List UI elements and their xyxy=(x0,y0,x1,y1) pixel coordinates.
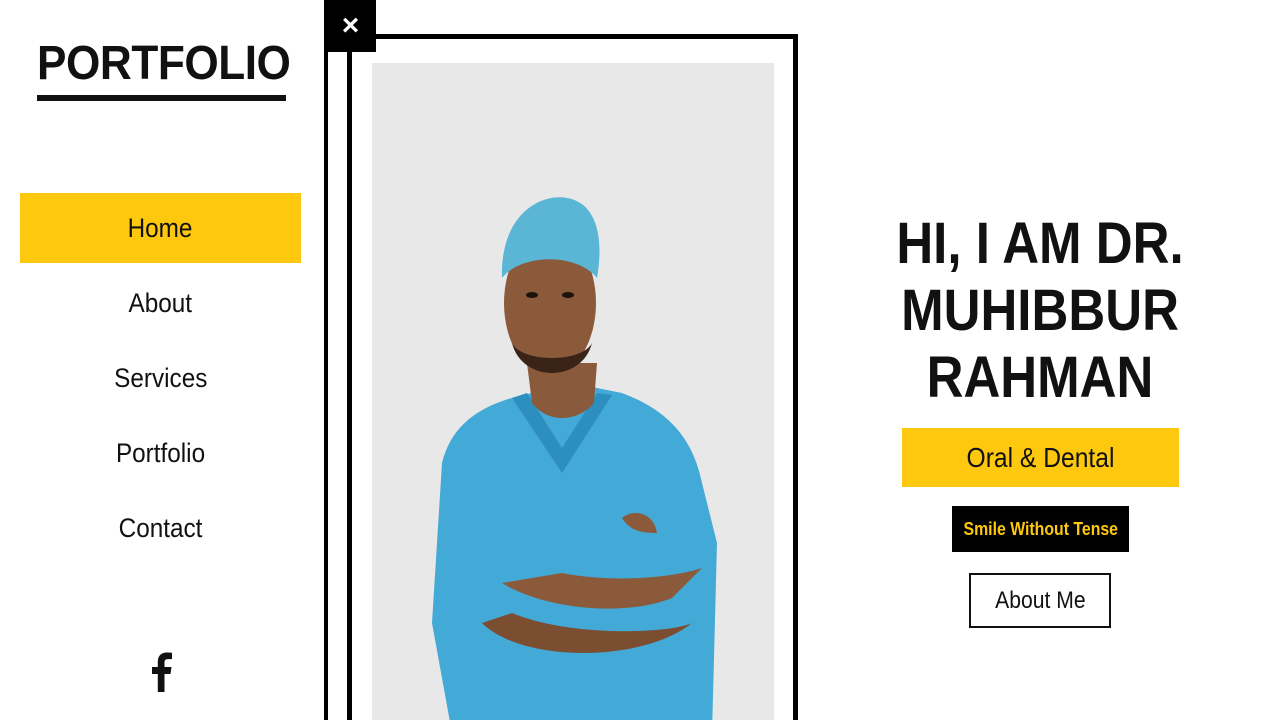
main-nav: Home About Services Portfolio Contact xyxy=(20,193,301,568)
brand-logo[interactable]: PORTFOLIO xyxy=(37,36,291,91)
tagline-badge: Smile Without Tense xyxy=(952,506,1129,552)
nav-item-label: About xyxy=(128,288,193,318)
sidebar: PORTFOLIO Home About Services Portfolio … xyxy=(0,0,324,720)
nav-item-contact[interactable]: Contact xyxy=(20,493,301,563)
about-me-button[interactable]: About Me xyxy=(969,573,1111,628)
nav-item-portfolio[interactable]: Portfolio xyxy=(20,418,301,488)
nav-item-label: Services xyxy=(113,363,208,393)
role-badge: Oral & Dental Surgeon xyxy=(902,428,1179,532)
nav-item-label: Contact xyxy=(118,513,203,543)
hero-title: HI, I AM DR. MUHIBBUR RAHMAN xyxy=(896,211,1184,410)
sidebar-divider xyxy=(324,0,328,720)
nav-item-home[interactable]: Home xyxy=(20,193,301,263)
nav-item-label: Portfolio xyxy=(115,438,206,468)
nav-item-services[interactable]: Services xyxy=(20,343,301,413)
nav-item-label: Home xyxy=(128,213,193,243)
facebook-icon[interactable] xyxy=(149,652,173,692)
tagline-label: Smile Without Tense xyxy=(963,519,1118,539)
profile-photo xyxy=(372,63,774,720)
about-me-label: About Me xyxy=(994,587,1086,614)
brand-underline xyxy=(37,95,286,101)
hero-section: HI, I AM DR. MUHIBBUR RAHMAN xyxy=(830,210,1250,411)
nav-item-about[interactable]: About xyxy=(20,268,301,338)
